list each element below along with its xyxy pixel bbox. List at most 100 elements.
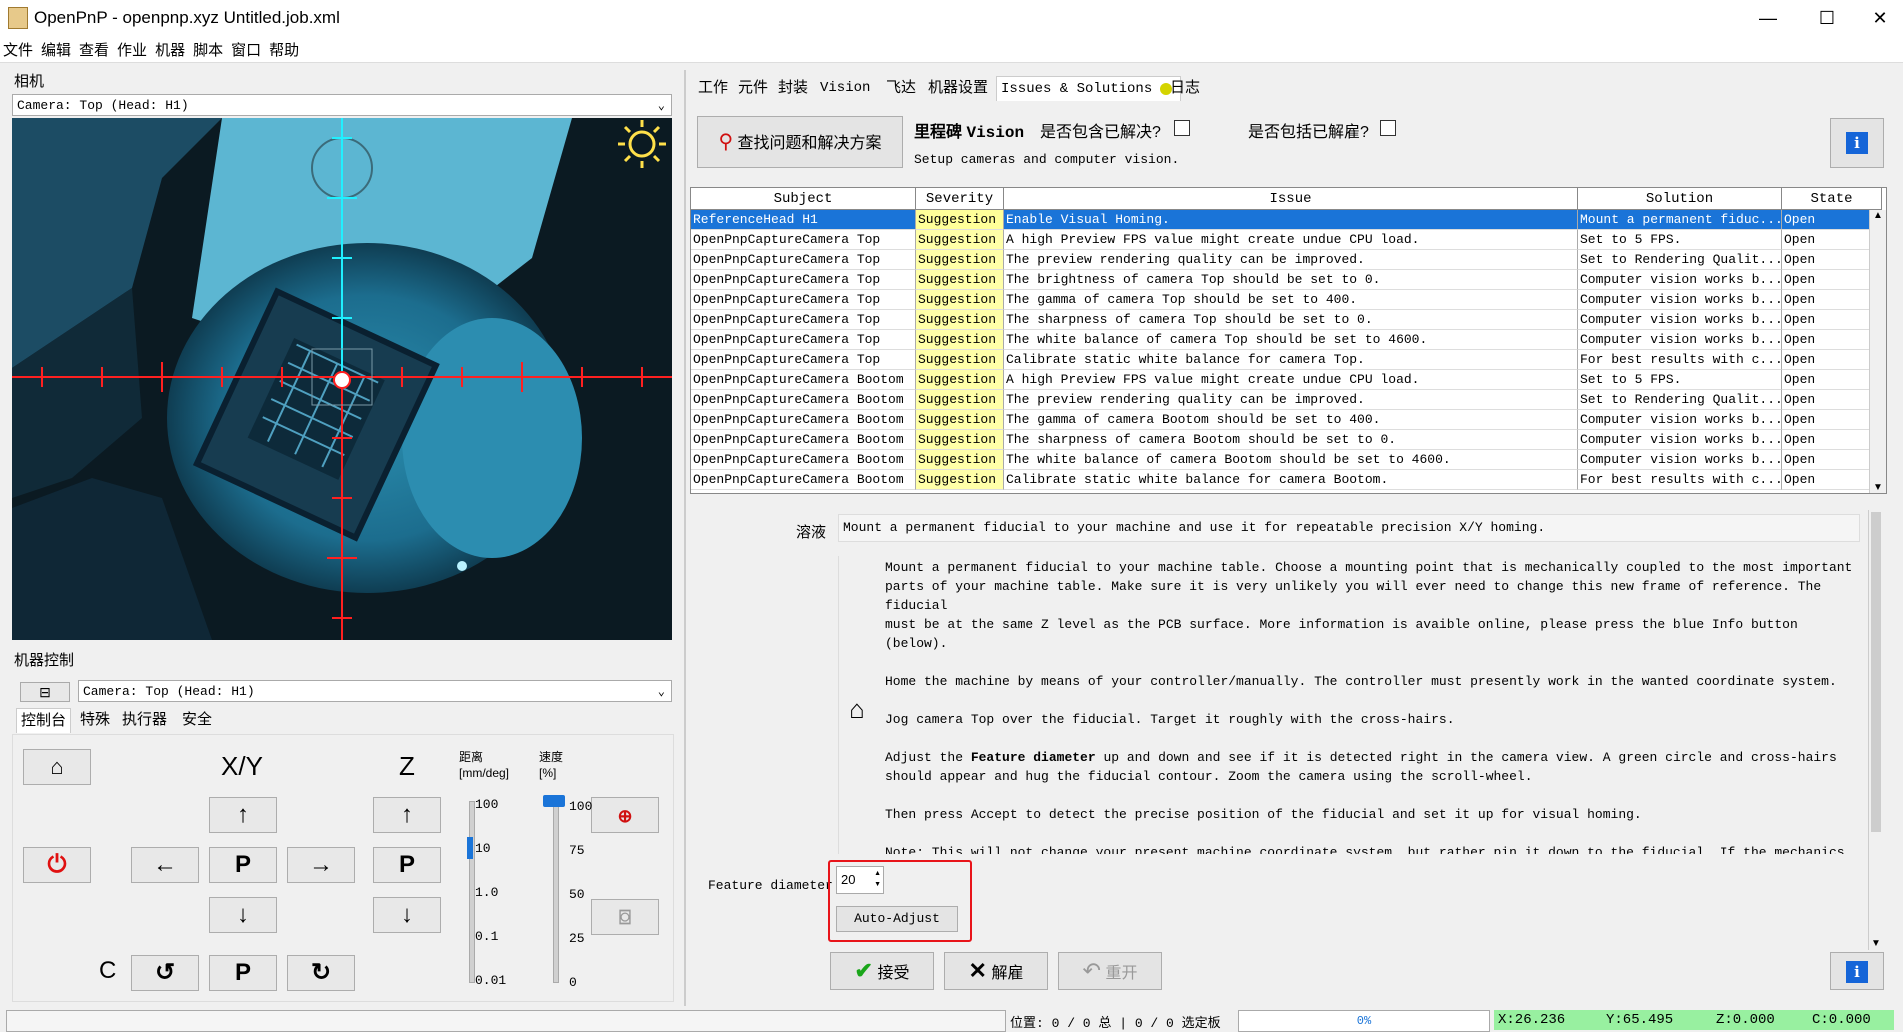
table-row[interactable]: OpenPnpCaptureCamera Bootom Suggestion The… xyxy=(691,390,1886,410)
jog-z-plus-button[interactable]: ↑ xyxy=(373,797,441,833)
tab-safety[interactable]: 安全 xyxy=(178,708,216,732)
cell-solution: Set to 5 FPS. xyxy=(1578,370,1782,390)
status-bar: 位置: 0 / 0 总 | 0 / 0 选定板 0% X:26.236 Y:65… xyxy=(0,1008,1903,1032)
menu-help[interactable]: 帮助 xyxy=(266,36,304,60)
rotate-cw-button[interactable]: ↻ xyxy=(287,955,355,991)
table-row[interactable]: OpenPnpCaptureCamera Bootom Suggestion The… xyxy=(691,430,1886,450)
table-row[interactable]: OpenPnpCaptureCamera Top Suggestion Calibr… xyxy=(691,350,1886,370)
cell-solution: For best results with c... xyxy=(1578,470,1782,490)
maximize-button[interactable]: ☐ xyxy=(1804,0,1850,36)
camera-view[interactable] xyxy=(12,118,672,640)
cell-issue: The white balance of camera Bootom shoul… xyxy=(1004,450,1578,470)
distance-tick: 1.0 xyxy=(475,885,499,900)
cell-severity: Suggestion xyxy=(916,310,1004,330)
table-row[interactable]: ReferenceHead H1 Suggestion Enable Visual … xyxy=(691,210,1886,230)
tab-machine-setup[interactable]: 机器设置 xyxy=(924,76,992,100)
find-issues-label: 查找问题和解决方案 xyxy=(737,135,882,152)
cell-solution: Computer vision works b... xyxy=(1578,290,1782,310)
issues-table[interactable]: Subject Severity Issue Solution State Re… xyxy=(690,187,1887,494)
speed-slider[interactable] xyxy=(553,801,559,983)
column-state[interactable]: State xyxy=(1782,188,1882,210)
tab-actuators[interactable]: 执行器 xyxy=(118,708,171,732)
feature-diameter-label: Feature diameter xyxy=(708,878,833,893)
menu-file[interactable]: 文件 xyxy=(0,36,38,60)
scroll-up-icon: ▲ xyxy=(1873,210,1883,221)
table-row[interactable]: OpenPnpCaptureCamera Top Suggestion A high… xyxy=(691,230,1886,250)
find-issues-button[interactable]: ⚲ 查找问题和解决方案 xyxy=(697,116,903,168)
cell-severity: Suggestion xyxy=(916,270,1004,290)
reopen-button[interactable]: ↶ 重开 xyxy=(1058,952,1162,990)
distance-slider-thumb[interactable] xyxy=(467,837,473,859)
jog-y-minus-button[interactable]: ↓ xyxy=(209,897,277,933)
tab-issues-solutions[interactable]: Issues & Solutions xyxy=(996,76,1182,101)
jog-y-plus-button[interactable]: ↑ xyxy=(209,797,277,833)
rotate-ccw-button[interactable]: ↺ xyxy=(131,955,199,991)
arrow-left-icon: ← xyxy=(153,851,177,878)
home-button[interactable]: ⌂ xyxy=(23,749,91,785)
machine-camera-selector[interactable]: Camera: Top (Head: H1) ⌄ xyxy=(78,680,672,702)
collapse-button[interactable]: ⊟ xyxy=(20,682,70,702)
tab-special[interactable]: 特殊 xyxy=(76,708,114,732)
park-c-button[interactable]: P xyxy=(209,955,277,991)
detail-scrollbar-thumb[interactable] xyxy=(1871,512,1881,832)
table-row[interactable]: OpenPnpCaptureCamera Top Suggestion The sh… xyxy=(691,310,1886,330)
jog-z-minus-button[interactable]: ↓ xyxy=(373,897,441,933)
tab-vision[interactable]: Vision xyxy=(816,76,874,100)
table-row[interactable]: OpenPnpCaptureCamera Top Suggestion The br… xyxy=(691,270,1886,290)
tab-jog[interactable]: 控制台 xyxy=(16,708,72,733)
menu-window[interactable]: 窗口 xyxy=(228,36,266,60)
jog-x-minus-button[interactable]: ← xyxy=(131,847,199,883)
camera-panel-label: 相机 xyxy=(14,73,45,90)
cell-subject: OpenPnpCaptureCamera Bootom xyxy=(691,450,916,470)
park-xy-button[interactable]: P xyxy=(209,847,277,883)
table-row[interactable]: OpenPnpCaptureCamera Top Suggestion The wh… xyxy=(691,330,1886,350)
table-scrollbar[interactable]: ▲ ▼ xyxy=(1869,210,1886,493)
detail-scrollbar[interactable]: ▼ xyxy=(1868,510,1883,950)
tab-parts[interactable]: 元件 xyxy=(734,76,772,100)
split-divider[interactable] xyxy=(684,70,686,1006)
instructions-panel: ⌂ Mount a permanent fiducial to your mac… xyxy=(838,556,1859,854)
table-row[interactable]: OpenPnpCaptureCamera Top Suggestion The ga… xyxy=(691,290,1886,310)
menu-scripts[interactable]: 脚本 xyxy=(190,36,228,60)
menu-edit[interactable]: 编辑 xyxy=(38,36,76,60)
include-solved-checkbox[interactable] xyxy=(1174,120,1190,136)
camera-selector[interactable]: Camera: Top (Head: H1) ⌄ xyxy=(12,94,672,116)
menu-machine[interactable]: 机器 xyxy=(152,36,190,60)
tab-log[interactable]: 日志 xyxy=(1166,76,1204,100)
table-row[interactable]: OpenPnpCaptureCamera Top Suggestion The pr… xyxy=(691,250,1886,270)
camera-capture-button[interactable]: ⌼ xyxy=(591,899,659,935)
nozzle-tip-button[interactable]: ⊕ xyxy=(591,797,659,833)
column-solution[interactable]: Solution xyxy=(1578,188,1782,210)
close-button[interactable]: ✕ xyxy=(1857,0,1903,36)
column-subject[interactable]: Subject xyxy=(691,188,916,210)
table-row[interactable]: OpenPnpCaptureCamera Bootom Suggestion A h… xyxy=(691,370,1886,390)
table-row[interactable]: OpenPnpCaptureCamera Bootom Suggestion Cal… xyxy=(691,470,1886,490)
cell-state: Open xyxy=(1782,290,1882,310)
speed-slider-thumb[interactable] xyxy=(543,795,565,807)
cell-state: Open xyxy=(1782,350,1882,370)
column-issue[interactable]: Issue xyxy=(1004,188,1578,210)
cell-issue: Calibrate static white balance for camer… xyxy=(1004,470,1578,490)
dismiss-button[interactable]: ✕ 解雇 xyxy=(944,952,1048,990)
cell-state: Open xyxy=(1782,310,1882,330)
tab-feeders[interactable]: 飞达 xyxy=(882,76,920,100)
nozzle-icon: ⊕ xyxy=(617,806,633,826)
tab-job[interactable]: 工作 xyxy=(694,76,732,100)
column-severity[interactable]: Severity xyxy=(916,188,1004,210)
cell-subject: OpenPnpCaptureCamera Top xyxy=(691,350,916,370)
cell-subject: OpenPnpCaptureCamera Top xyxy=(691,330,916,350)
cell-issue: Enable Visual Homing. xyxy=(1004,210,1578,230)
include-dismissed-checkbox[interactable] xyxy=(1380,120,1396,136)
park-z-button[interactable]: P xyxy=(373,847,441,883)
minimize-button[interactable]: — xyxy=(1745,0,1791,36)
menu-job[interactable]: 作业 xyxy=(114,36,152,60)
table-row[interactable]: OpenPnpCaptureCamera Bootom Suggestion The… xyxy=(691,450,1886,470)
jog-x-plus-button[interactable]: → xyxy=(287,847,355,883)
tab-packages[interactable]: 封装 xyxy=(774,76,812,100)
menu-view[interactable]: 查看 xyxy=(76,36,114,60)
info-button[interactable]: i xyxy=(1830,118,1884,168)
table-row[interactable]: OpenPnpCaptureCamera Bootom Suggestion The… xyxy=(691,410,1886,430)
info-button-bottom[interactable]: i xyxy=(1830,952,1884,990)
accept-button[interactable]: ✔ 接受 xyxy=(830,952,934,990)
power-button[interactable]: ⏻ xyxy=(23,847,91,883)
